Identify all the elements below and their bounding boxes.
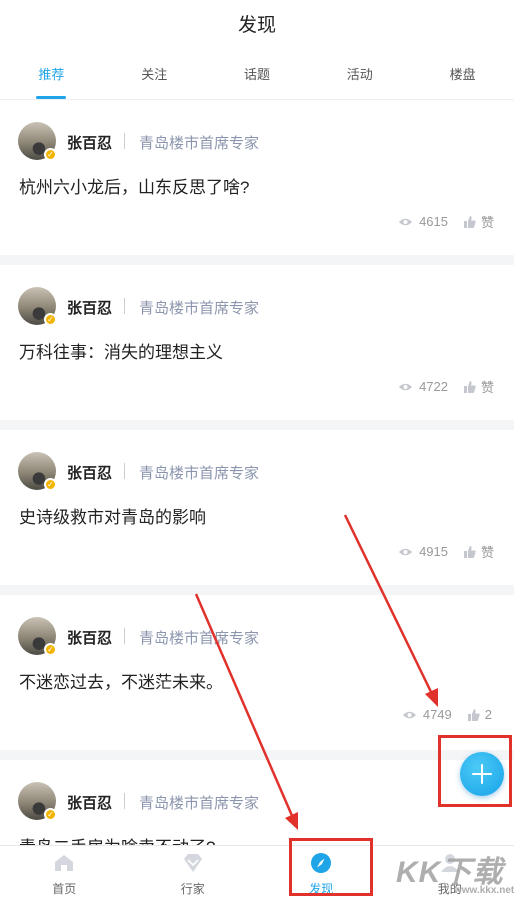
nav-highlight-box: [289, 838, 373, 896]
like-count[interactable]: 赞: [481, 212, 494, 231]
nav-home[interactable]: 首页: [0, 846, 129, 899]
nav-experts[interactable]: 行家: [129, 846, 258, 899]
post-stats: 4915 赞: [398, 542, 494, 561]
view-count: 4915: [419, 544, 448, 559]
thumbs-up-icon[interactable]: [463, 215, 476, 228]
tab-events[interactable]: 活动: [308, 52, 411, 99]
like-count[interactable]: 赞: [481, 377, 494, 396]
verified-badge-icon: ✓: [44, 808, 57, 821]
post-title[interactable]: 万科往事：消失的理想主义: [19, 338, 223, 363]
divider: [124, 133, 125, 149]
author-name[interactable]: 张百忍: [67, 627, 112, 648]
tab-topics[interactable]: 话题: [206, 52, 309, 99]
eye-icon: [399, 548, 413, 555]
view-count: 4722: [419, 379, 448, 394]
author-name[interactable]: 张百忍: [67, 297, 112, 318]
post-title[interactable]: 史诗级救市对青岛的影响: [19, 503, 206, 528]
author-name[interactable]: 张百忍: [67, 792, 112, 813]
author-name[interactable]: 张百忍: [67, 132, 112, 153]
diamond-icon: [183, 854, 202, 872]
author-role: 青岛楼市首席专家: [139, 795, 260, 812]
like-count[interactable]: 赞: [481, 542, 494, 561]
tab-properties[interactable]: 楼盘: [411, 52, 514, 99]
divider: [124, 628, 125, 644]
author-role: 青岛楼市首席专家: [139, 630, 260, 647]
author-role: 青岛楼市首席专家: [139, 135, 260, 152]
post-card[interactable]: ✓ 张百忍 青岛楼市首席专家 青岛二手房为啥卖不动了?: [0, 760, 514, 845]
eye-icon: [402, 711, 416, 718]
page-title: 发现: [237, 15, 276, 36]
verified-badge-icon: ✓: [44, 643, 57, 656]
home-icon: [55, 855, 74, 871]
nav-label: 行家: [180, 882, 205, 896]
post-feed[interactable]: ✓ 张百忍 青岛楼市首席专家 杭州六小龙后，山东反思了啥? 4615 赞 ✓ 张…: [0, 100, 514, 845]
nav-label: 首页: [52, 882, 77, 896]
post-card[interactable]: ✓ 张百忍 青岛楼市首席专家 杭州六小龙后，山东反思了啥? 4615 赞: [0, 100, 514, 255]
tab-bar: 推荐 关注 话题 活动 楼盘: [0, 52, 514, 100]
verified-badge-icon: ✓: [44, 148, 57, 161]
thumbs-up-icon[interactable]: [463, 545, 476, 558]
thumbs-up-icon[interactable]: [467, 708, 480, 721]
view-count: 4749: [422, 707, 452, 722]
post-title[interactable]: 青岛二手房为啥卖不动了?: [19, 833, 215, 845]
view-count: 4615: [419, 214, 448, 229]
author-role: 青岛楼市首席专家: [139, 465, 260, 482]
author-role: 青岛楼市首席专家: [139, 300, 260, 317]
tab-following[interactable]: 关注: [103, 52, 206, 99]
like-count[interactable]: 2: [485, 707, 492, 722]
fab-highlight-box: [438, 735, 512, 807]
watermark-url: www.kkx.net: [454, 885, 514, 896]
author-name[interactable]: 张百忍: [67, 462, 112, 483]
divider: [124, 463, 125, 479]
post-stats: 4615 赞: [398, 212, 494, 231]
eye-icon: [399, 218, 413, 225]
post-card[interactable]: ✓ 张百忍 青岛楼市首席专家 史诗级救市对青岛的影响 4915 赞: [0, 430, 514, 585]
divider: [124, 298, 125, 314]
verified-badge-icon: ✓: [44, 313, 57, 326]
watermark: KK下载 www.kkx.net: [396, 845, 514, 899]
post-title[interactable]: 不迷恋过去，不迷茫未来。: [19, 668, 223, 693]
thumbs-up-icon[interactable]: [463, 380, 476, 393]
verified-badge-icon: ✓: [44, 478, 57, 491]
divider: [124, 793, 125, 809]
post-card[interactable]: ✓ 张百忍 青岛楼市首席专家 万科往事：消失的理想主义 4722 赞: [0, 265, 514, 420]
post-stats: 4722 赞: [398, 377, 494, 396]
post-card[interactable]: ✓ 张百忍 青岛楼市首席专家 不迷恋过去，不迷茫未来。 4749 2: [0, 595, 514, 750]
eye-icon: [399, 383, 413, 390]
tab-recommend[interactable]: 推荐: [0, 52, 103, 99]
post-title[interactable]: 杭州六小龙后，山东反思了啥?: [19, 173, 249, 198]
top-header: 发现: [0, 0, 514, 52]
post-stats: 4749 2: [402, 707, 492, 722]
